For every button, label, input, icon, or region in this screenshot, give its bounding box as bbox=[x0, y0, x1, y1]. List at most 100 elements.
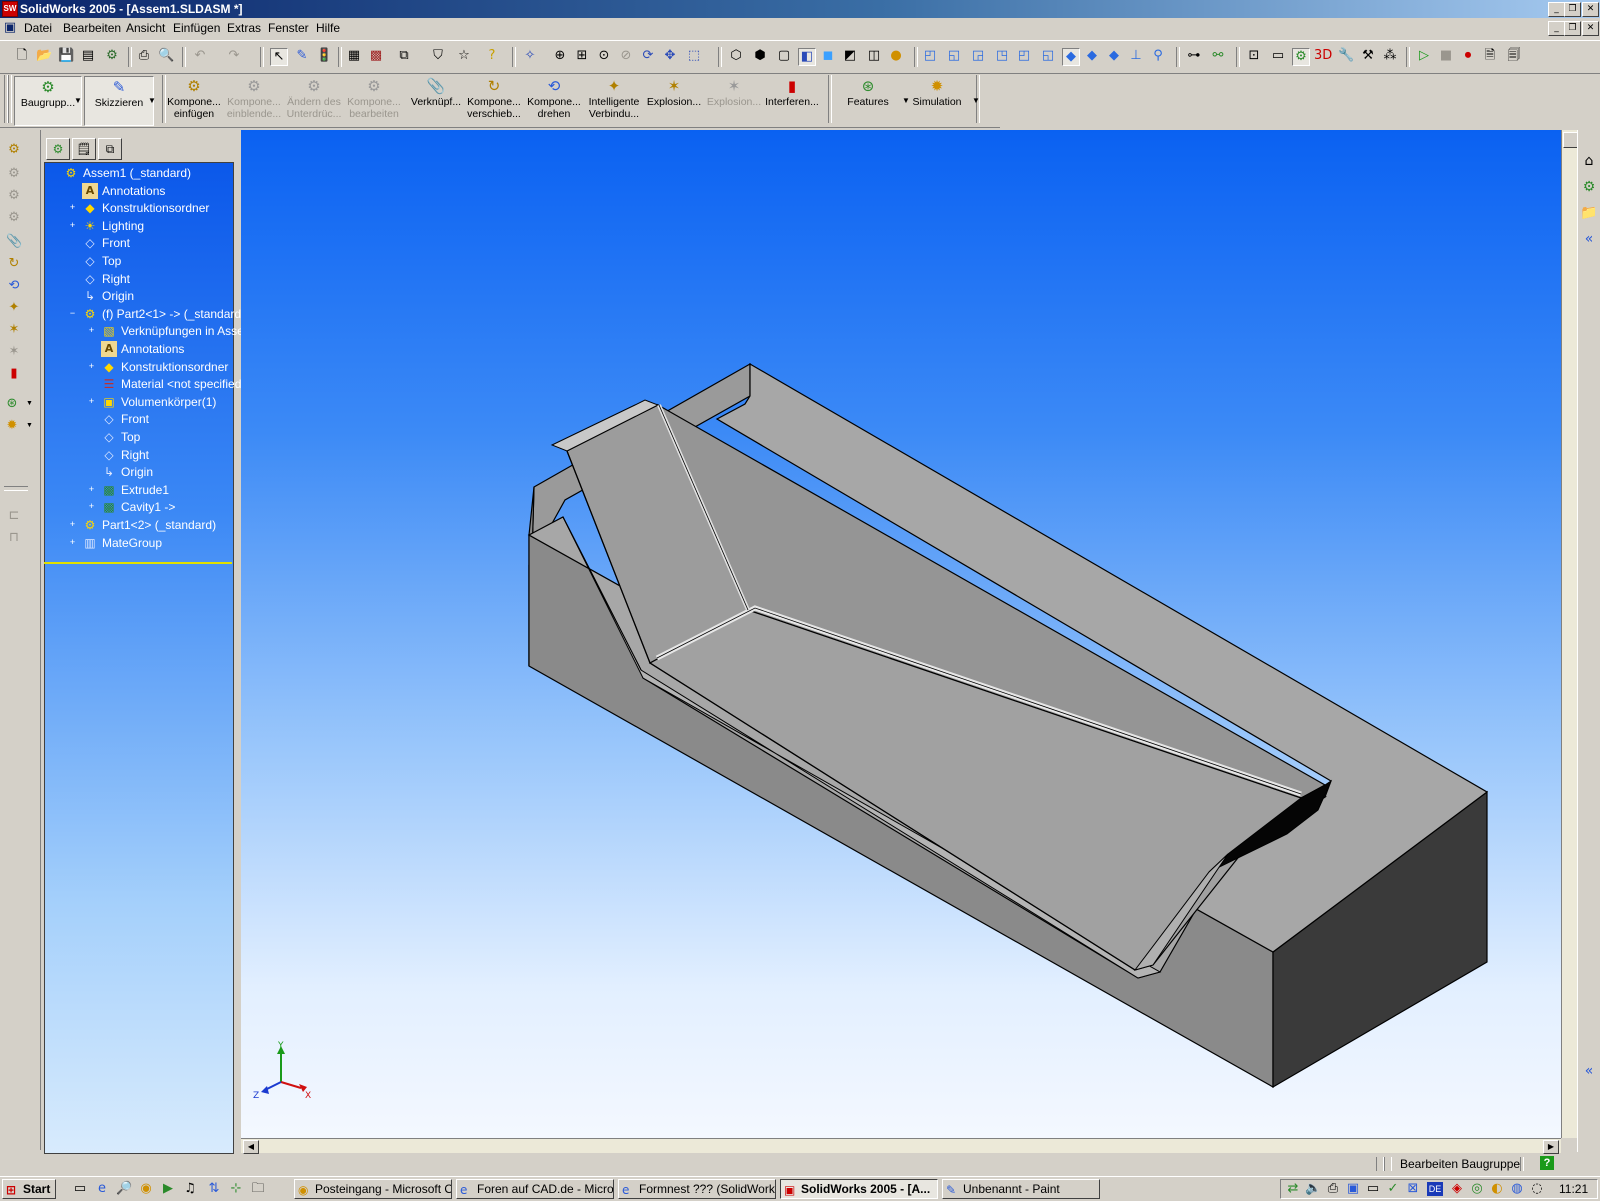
restore-icon[interactable]: ❐ bbox=[1564, 2, 1581, 17]
tree-item-assem1-standard[interactable]: ⚙ Assem1 (_standard) bbox=[49, 165, 233, 182]
home-icon[interactable]: ⌂ bbox=[1578, 150, 1600, 172]
view-right-icon[interactable]: ◳ bbox=[994, 48, 1010, 64]
view-left-icon[interactable]: ◲ bbox=[970, 48, 986, 64]
file-explorer-icon[interactable]: 📁 bbox=[1578, 202, 1600, 224]
cm-button-explode[interactable]: ✶ Explosion... bbox=[646, 76, 702, 124]
tree-item-material-not-specified[interactable]: ☰ Material <not specified> bbox=[49, 376, 249, 393]
cm-button-insert-component[interactable]: ⚙ Kompone... einfügen bbox=[166, 76, 222, 124]
menu-hilfe[interactable]: Hilfe bbox=[316, 21, 340, 35]
sketch-relations-icon[interactable]: ⚯ bbox=[1210, 48, 1226, 64]
collapse-icon[interactable]: − bbox=[69, 308, 76, 317]
close-icon[interactable]: ✕ bbox=[1582, 2, 1599, 17]
expand-icon[interactable]: + bbox=[69, 203, 76, 212]
preview-icon[interactable]: 🔍 bbox=[158, 48, 174, 64]
cm-button-mate[interactable]: 📎 Verknüpf... bbox=[408, 76, 464, 124]
redo-icon[interactable]: ↷ bbox=[226, 48, 242, 64]
shadows-icon[interactable]: ◩ bbox=[842, 48, 858, 64]
expand-icon[interactable]: + bbox=[88, 484, 95, 493]
rotate-component-icon[interactable]: ⟲ bbox=[6, 278, 22, 294]
cm-button-interference[interactable]: ▮ Interferen... bbox=[764, 76, 820, 124]
rebuild-icon[interactable]: 🚦 bbox=[316, 48, 332, 64]
design-library-icon[interactable]: ⚙ bbox=[1578, 176, 1600, 198]
open-file-icon[interactable]: 📂 bbox=[36, 48, 52, 64]
shaded-icon[interactable]: ◼ bbox=[820, 48, 836, 64]
explode-icon[interactable]: ✶ bbox=[6, 322, 22, 338]
link-views-icon[interactable]: ⚲ bbox=[1150, 48, 1166, 64]
photo-icon[interactable]: ▭ bbox=[1270, 48, 1286, 64]
suppress-icon[interactable]: ⚙ bbox=[6, 188, 22, 204]
simulation-dropdown-icon[interactable]: ▼ bbox=[972, 96, 980, 105]
explode-line-icon[interactable]: ✶ bbox=[6, 344, 22, 360]
menu-datei[interactable]: Datei bbox=[24, 21, 52, 35]
record-macro-icon[interactable]: ⏺ bbox=[1460, 48, 1476, 64]
edit-macro-icon[interactable]: 🗐 bbox=[1506, 48, 1522, 64]
start-button[interactable]: ⊞ Start bbox=[2, 1179, 56, 1199]
tree-item-lighting[interactable]: + ☀ Lighting bbox=[49, 218, 233, 235]
featuremanager-tree[interactable]: ⚙ Assem1 (_standard) A Annotations + ◆ Konstru… bbox=[44, 162, 260, 1154]
tray-display-icon[interactable]: ▭ bbox=[1365, 1181, 1381, 1197]
doc-close-icon[interactable]: ✕ bbox=[1582, 21, 1599, 36]
view-front-icon[interactable]: ◰ bbox=[922, 48, 938, 64]
insert-component-icon[interactable]: ⚙ bbox=[6, 142, 22, 158]
cm-button-simulation[interactable]: ✹ Simulation bbox=[904, 76, 970, 124]
tree-item-right[interactable]: ◇ Right bbox=[49, 447, 233, 464]
taskbar-task-3[interactable]: ▣ SolidWorks 2005 - [A... bbox=[780, 1179, 938, 1199]
help-status-icon[interactable]: ? bbox=[1540, 1156, 1554, 1170]
expand-icon[interactable]: + bbox=[88, 361, 95, 370]
quick-launch-network-icon[interactable]: ⇅ bbox=[206, 1181, 222, 1197]
taskbar-task-4[interactable]: ✎ Unbenannt - Paint bbox=[942, 1179, 1100, 1199]
toolbox-icon[interactable]: 🔧 bbox=[1338, 48, 1354, 64]
cm-skizzieren-button[interactable]: ✎ Skizzieren bbox=[84, 76, 154, 126]
zoom-selection-icon[interactable]: ⊘ bbox=[618, 48, 634, 64]
view-top-icon[interactable]: ◰ bbox=[1016, 48, 1032, 64]
tray-shield-icon[interactable]: ⊠ bbox=[1405, 1181, 1421, 1197]
tree-item-mategroup[interactable]: + ▥ MateGroup bbox=[49, 535, 233, 552]
save-icon[interactable]: 💾 bbox=[58, 48, 74, 64]
view-back-icon[interactable]: ◱ bbox=[946, 48, 962, 64]
expand-icon[interactable]: + bbox=[88, 396, 95, 405]
quick-launch-search-icon[interactable]: 🔎 bbox=[116, 1181, 132, 1197]
cm-baugruppe-button[interactable]: ⚙ Baugrupp... bbox=[14, 76, 82, 126]
propertymanager-tab-icon[interactable]: 🗒 bbox=[72, 138, 96, 160]
zoom-area-icon[interactable]: ⊞ bbox=[574, 48, 590, 64]
view-trimetric-icon[interactable]: ◆ bbox=[1084, 48, 1100, 64]
star-select-icon[interactable]: ☆ bbox=[456, 48, 472, 64]
tree-item-konstruktionsordner[interactable]: + ◆ Konstruktionsordner bbox=[49, 359, 233, 376]
cm-button-rotate-component[interactable]: ⟲ Kompone... drehen bbox=[526, 76, 582, 124]
cm-baugruppe-dropdown-icon[interactable]: ▼ bbox=[74, 96, 82, 105]
tray-language-indicator[interactable]: DE bbox=[1427, 1182, 1443, 1196]
hidden-removed-icon[interactable]: ▢ bbox=[776, 48, 792, 64]
tree-item-origin[interactable]: ↳ Origin bbox=[49, 288, 233, 305]
tree-item-front[interactable]: ◇ Front bbox=[49, 411, 233, 428]
menu-extras[interactable]: Extras bbox=[227, 21, 261, 35]
quick-launch-cad-icon[interactable]: ⊹ bbox=[228, 1181, 244, 1197]
magic-select-icon[interactable]: ✧ bbox=[522, 48, 538, 64]
wireframe-icon[interactable]: ⬡ bbox=[728, 48, 744, 64]
tray-monitor-icon[interactable]: ▣ bbox=[1345, 1181, 1361, 1197]
expand-pane-icon[interactable]: « bbox=[1578, 1060, 1600, 1082]
cm-skizzieren-dropdown-icon[interactable]: ▼ bbox=[148, 96, 156, 105]
tree-item-annotations[interactable]: A Annotations bbox=[49, 182, 233, 200]
tree-item-top[interactable]: ◇ Top bbox=[49, 253, 233, 270]
stop-macro-icon[interactable]: ■ bbox=[1438, 48, 1454, 64]
tray-printer-icon[interactable]: ⎙ bbox=[1325, 1181, 1341, 1197]
taskbar-task-2[interactable]: e Formnest ??? (SolidWorks... bbox=[618, 1179, 776, 1199]
doc-minimize-icon[interactable]: _ bbox=[1548, 21, 1565, 36]
tree-item-extrude1[interactable]: + ▩ Extrude1 bbox=[49, 482, 233, 499]
tray-app-icon[interactable]: ◐ bbox=[1489, 1181, 1505, 1197]
menu-einfuegen[interactable]: Einfügen bbox=[173, 21, 220, 35]
quick-launch-media-icon[interactable]: ▶ bbox=[160, 1181, 176, 1197]
shaded-edges-icon[interactable]: ◧ bbox=[798, 48, 816, 66]
tray-volume-icon[interactable]: 🔈 bbox=[1305, 1181, 1321, 1197]
help-icon[interactable]: ? bbox=[484, 48, 500, 64]
quick-launch-desktop-icon[interactable]: ▭ bbox=[72, 1181, 88, 1197]
hide-show-icon[interactable]: ⚙ bbox=[6, 166, 22, 182]
featuremanager-tab-icon[interactable]: ⚙ bbox=[46, 138, 70, 160]
rollback-bar[interactable] bbox=[44, 562, 232, 564]
simulation-dropdown-icon[interactable]: ▼ bbox=[26, 422, 33, 429]
minimize-icon[interactable]: _ bbox=[1548, 2, 1565, 17]
options-icon[interactable]: ⚙ bbox=[104, 48, 120, 64]
new-macro-icon[interactable]: 🗎 bbox=[1482, 48, 1498, 64]
menu-ansicht[interactable]: Ansicht bbox=[126, 21, 165, 35]
pattern-icon[interactable]: ⁂ bbox=[1382, 48, 1398, 64]
